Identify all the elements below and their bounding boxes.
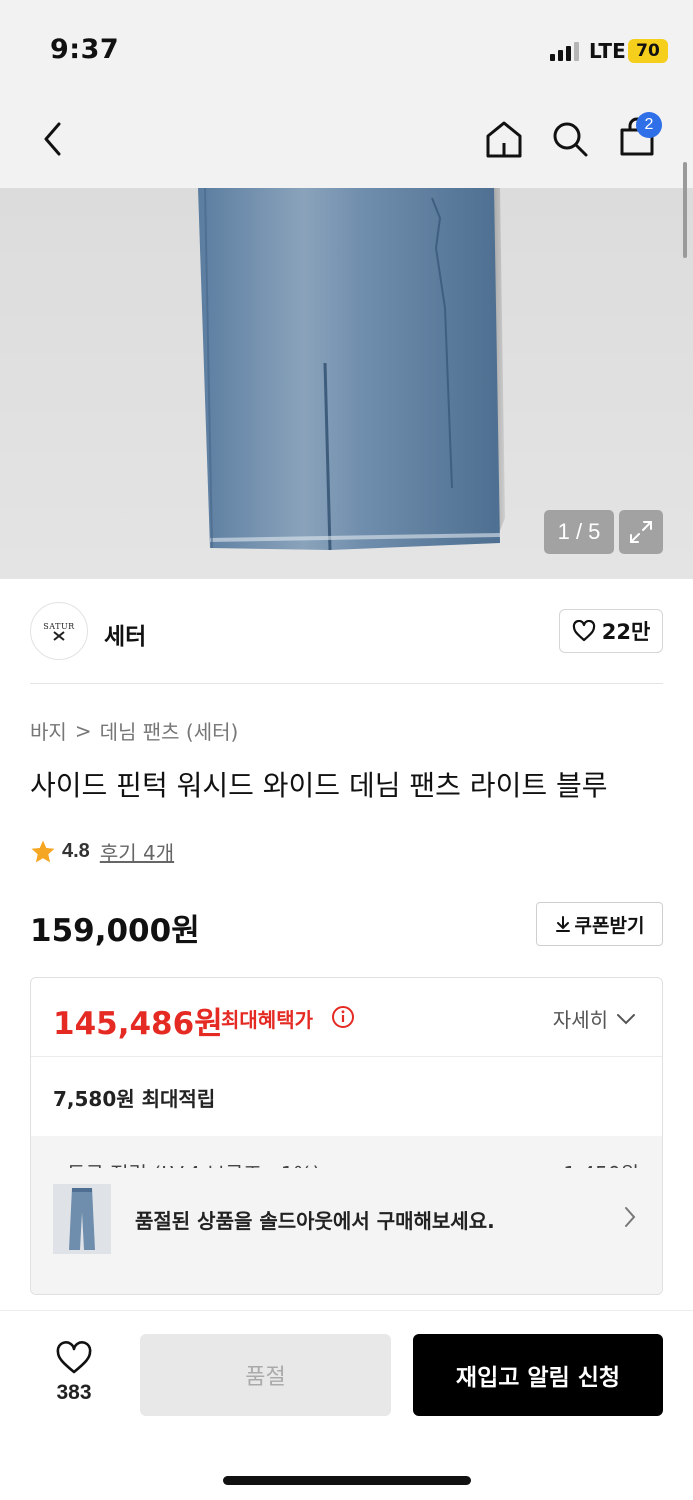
heart-icon bbox=[56, 1341, 92, 1374]
soldout-banner-text: 품절된 상품을 솔드아웃에서 구매해보세요. bbox=[135, 1209, 495, 1233]
heart-icon bbox=[572, 620, 595, 642]
wish-count: 383 bbox=[56, 1381, 92, 1404]
status-bar: 9:37 LTE 70 bbox=[0, 0, 693, 94]
home-button[interactable] bbox=[479, 114, 529, 164]
home-indicator bbox=[223, 1476, 471, 1485]
top-nav: 2 bbox=[0, 94, 693, 188]
battery-icon: 70 bbox=[628, 39, 668, 63]
chevron-left-icon bbox=[44, 122, 61, 156]
soldout-arrow bbox=[624, 1206, 636, 1232]
breadcrumb-category[interactable]: 바지 bbox=[30, 716, 67, 745]
status-time: 9:37 bbox=[50, 34, 120, 65]
rating-value: 4.8 bbox=[62, 840, 90, 862]
review-link[interactable]: 후기 4개 bbox=[100, 837, 174, 866]
signal-icon bbox=[550, 41, 579, 61]
chevron-right-icon bbox=[625, 1207, 636, 1227]
detail-label: 자세히 bbox=[552, 1008, 608, 1032]
search-button[interactable] bbox=[545, 114, 595, 164]
max-benefit-label: 최대혜택가 bbox=[221, 1008, 313, 1032]
brand-logo[interactable]: SATUR bbox=[30, 602, 88, 660]
brand-name[interactable]: 세터 bbox=[104, 617, 146, 651]
breadcrumb-subcategory[interactable]: 데님 팬츠 (세터) bbox=[100, 716, 239, 745]
coupon-button[interactable]: 쿠폰받기 bbox=[536, 902, 663, 946]
cart-button[interactable]: 2 bbox=[612, 112, 662, 162]
max-benefit-price: 145,486원 bbox=[53, 1006, 223, 1042]
restock-alert-button[interactable]: 재입고 알림 신청 bbox=[413, 1334, 663, 1416]
breadcrumb: 바지 > 데님 팬츠 (세터) bbox=[30, 716, 238, 745]
detail-toggle[interactable]: 자세히 bbox=[553, 1004, 636, 1033]
expand-image-button[interactable] bbox=[619, 510, 663, 554]
brand-logo-mark-icon bbox=[53, 630, 65, 641]
max-points: 7,580원 최대적립 bbox=[53, 1087, 216, 1111]
back-button[interactable] bbox=[28, 114, 78, 164]
cart-badge: 2 bbox=[636, 112, 662, 138]
image-counter: 1 / 5 bbox=[544, 510, 614, 554]
product-image-gallery[interactable]: 1 / 5 bbox=[0, 188, 693, 579]
brand-logo-text: SATUR bbox=[43, 621, 75, 631]
brand-row: SATUR 세터 22만 bbox=[30, 602, 663, 662]
chevron-down-icon bbox=[617, 1013, 635, 1024]
network-label: LTE bbox=[589, 39, 626, 63]
soldout-button: 품절 bbox=[140, 1334, 391, 1416]
wish-button[interactable]: 383 bbox=[40, 1341, 108, 1405]
bottom-action-bar: 383 품절 재입고 알림 신청 bbox=[0, 1310, 693, 1500]
home-icon bbox=[486, 121, 522, 158]
product-title: 사이드 핀턱 워시드 와이드 데님 팬츠 라이트 블루 bbox=[30, 769, 608, 802]
soldout-banner[interactable]: 품절된 상품을 솔드아웃에서 구매해보세요. bbox=[31, 1168, 662, 1288]
breadcrumb-separator: > bbox=[74, 718, 92, 743]
benefit-box: 145,486원 최대혜택가 자세히 7,580원 최대적립 등급 적립 (LV… bbox=[30, 977, 663, 1295]
jeans-thumbnail-image bbox=[69, 1188, 95, 1250]
expand-icon bbox=[630, 521, 652, 543]
max-benefit-row: 145,486원 최대혜택가 자세히 bbox=[31, 978, 662, 1057]
scrollbar[interactable] bbox=[683, 162, 687, 258]
product-price: 159,000원 bbox=[30, 913, 200, 949]
soldout-product-thumbnail bbox=[53, 1184, 111, 1254]
download-icon bbox=[555, 916, 570, 932]
brand-like-button[interactable]: 22만 bbox=[559, 609, 663, 653]
star-icon bbox=[31, 840, 55, 862]
search-icon bbox=[553, 122, 588, 157]
rating-row: 4.8 후기 4개 bbox=[30, 837, 174, 866]
coupon-label: 쿠폰받기 bbox=[574, 914, 645, 937]
brand-like-count: 22만 bbox=[601, 620, 651, 644]
divider bbox=[30, 683, 663, 684]
info-icon bbox=[332, 1006, 354, 1028]
info-button[interactable] bbox=[331, 1005, 355, 1033]
